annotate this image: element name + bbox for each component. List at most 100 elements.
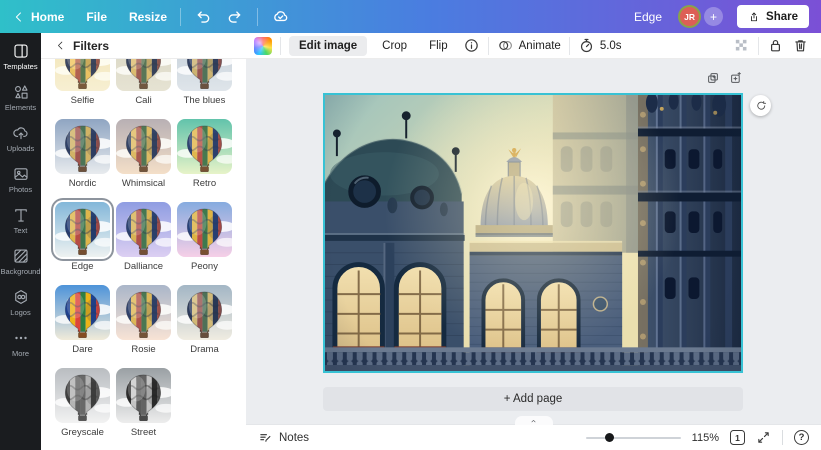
filter-thumbnail[interactable] xyxy=(116,285,171,340)
sidebar-item-elements[interactable]: Elements xyxy=(0,77,41,118)
filter-thumbnail[interactable] xyxy=(177,119,232,174)
filter-thumbnail[interactable] xyxy=(177,202,232,257)
filter-option-rosie[interactable]: Rosie xyxy=(116,285,171,355)
filter-thumbnail[interactable] xyxy=(55,119,110,174)
share-button[interactable]: Share xyxy=(737,5,809,28)
filter-option-nordic[interactable]: Nordic xyxy=(55,119,110,189)
zoom-slider[interactable] xyxy=(586,437,681,439)
trash-icon[interactable] xyxy=(792,37,809,54)
rotate-icon xyxy=(755,100,767,112)
filter-thumbnail[interactable] xyxy=(116,119,171,174)
filters-panel-header: Filters xyxy=(41,33,246,59)
sidebar-item-label: Templates xyxy=(3,62,37,71)
filter-name: The blues xyxy=(184,95,226,106)
filter-option-peony[interactable]: Peony xyxy=(177,202,232,272)
balloon-preview xyxy=(116,59,171,91)
redo-icon[interactable] xyxy=(225,7,244,26)
divider xyxy=(569,37,570,55)
flip-button[interactable]: Flip xyxy=(422,36,455,56)
sidebar-item-logos[interactable]: Logos xyxy=(0,282,41,323)
cloud-check-icon[interactable] xyxy=(271,7,290,26)
filter-option-dare[interactable]: Dare xyxy=(55,285,110,355)
filter-name: Rosie xyxy=(131,344,155,355)
crop-button[interactable]: Crop xyxy=(375,36,414,56)
filter-option-drama[interactable]: Drama xyxy=(177,285,232,355)
sidebar-item-label: Background xyxy=(0,267,40,276)
filter-name: Greyscale xyxy=(61,427,104,438)
info-icon[interactable] xyxy=(463,37,480,54)
filter-name: Dare xyxy=(72,344,93,355)
duplicate-page-icon[interactable] xyxy=(706,71,720,85)
sidebar-item-text[interactable]: Text xyxy=(0,200,41,241)
filter-thumbnail[interactable] xyxy=(116,59,171,91)
background-icon xyxy=(12,247,30,265)
zoom-level[interactable]: 115% xyxy=(692,432,719,444)
filter-thumbnail[interactable] xyxy=(55,59,110,91)
filter-name: Dalliance xyxy=(124,261,163,272)
filter-option-cali[interactable]: Cali xyxy=(116,59,171,106)
divider xyxy=(488,37,489,55)
divider xyxy=(782,430,783,445)
filter-option-the-blues[interactable]: The blues xyxy=(177,59,232,106)
timer-icon xyxy=(578,37,595,54)
filter-thumbnail[interactable] xyxy=(177,285,232,340)
balloon-preview xyxy=(177,285,232,340)
notes-button[interactable]: Notes xyxy=(258,430,309,445)
sidebar-item-background[interactable]: Background xyxy=(0,241,41,282)
add-page-button[interactable]: + Add page xyxy=(323,387,743,411)
document-title[interactable]: Edge xyxy=(634,10,662,24)
filter-thumbnail[interactable] xyxy=(116,368,171,423)
page-view-button[interactable]: 1 xyxy=(730,430,745,445)
avatar[interactable]: JR xyxy=(678,5,701,28)
filter-option-greyscale[interactable]: Greyscale xyxy=(55,368,110,438)
fullscreen-icon[interactable] xyxy=(756,430,771,445)
sidebar-item-label: Text xyxy=(14,226,28,235)
file-menu[interactable]: File xyxy=(86,10,107,24)
templates-icon xyxy=(12,42,30,60)
filter-thumbnail[interactable] xyxy=(55,368,110,423)
balloon-preview xyxy=(55,119,110,174)
filter-name: Street xyxy=(131,427,156,438)
filter-option-whimsical[interactable]: Whimsical xyxy=(116,119,171,189)
sidebar-item-photos[interactable]: Photos xyxy=(0,159,41,200)
edit-image-button[interactable]: Edit image xyxy=(289,36,367,56)
bottom-bar: Notes 115% 1 ? xyxy=(246,424,821,450)
resize-menu[interactable]: Resize xyxy=(129,10,167,24)
filter-thumbnail[interactable] xyxy=(177,59,232,91)
filters-scroll-area[interactable]: Selfie Cali The blues Nordic Whimsical R… xyxy=(41,59,246,450)
animate-button[interactable]: Animate xyxy=(497,37,561,54)
home-label: Home xyxy=(31,10,64,24)
sidebar-item-templates[interactable]: Templates xyxy=(0,36,41,77)
photos-icon xyxy=(12,165,30,183)
filter-thumbnail[interactable] xyxy=(55,202,110,257)
add-member-button[interactable]: + xyxy=(704,7,723,26)
transparency-icon[interactable] xyxy=(733,37,750,54)
zoom-slider-knob[interactable] xyxy=(605,433,614,442)
filter-option-dalliance[interactable]: Dalliance xyxy=(116,202,171,272)
duration-button[interactable]: 5.0s xyxy=(578,37,622,54)
filter-option-street[interactable]: Street xyxy=(116,368,171,438)
filter-thumbnail[interactable] xyxy=(55,285,110,340)
pages-collapse-tab[interactable] xyxy=(515,416,553,425)
filter-option-retro[interactable]: Retro xyxy=(177,119,232,189)
rotate-handle[interactable] xyxy=(750,95,771,116)
sidebar-item-uploads[interactable]: Uploads xyxy=(0,118,41,159)
balloon-preview xyxy=(116,202,171,257)
share-icon xyxy=(748,11,760,23)
color-swatch[interactable] xyxy=(254,37,272,55)
home-button[interactable]: Home xyxy=(12,10,64,24)
sidebar-item-label: Uploads xyxy=(7,144,35,153)
lock-icon[interactable] xyxy=(767,37,784,54)
chevron-left-icon[interactable] xyxy=(55,40,66,51)
filter-option-edge[interactable]: Edge xyxy=(55,202,110,272)
building-photo xyxy=(325,95,741,371)
filter-option-selfie[interactable]: Selfie xyxy=(55,59,110,106)
logos-icon xyxy=(12,288,30,306)
page-image[interactable] xyxy=(323,93,743,373)
filter-thumbnail[interactable] xyxy=(116,202,171,257)
undo-icon[interactable] xyxy=(194,7,213,26)
help-button[interactable]: ? xyxy=(794,430,809,445)
sidebar-item-more[interactable]: More xyxy=(0,323,41,364)
add-page-icon[interactable] xyxy=(729,71,743,85)
balloon-preview xyxy=(55,202,110,257)
